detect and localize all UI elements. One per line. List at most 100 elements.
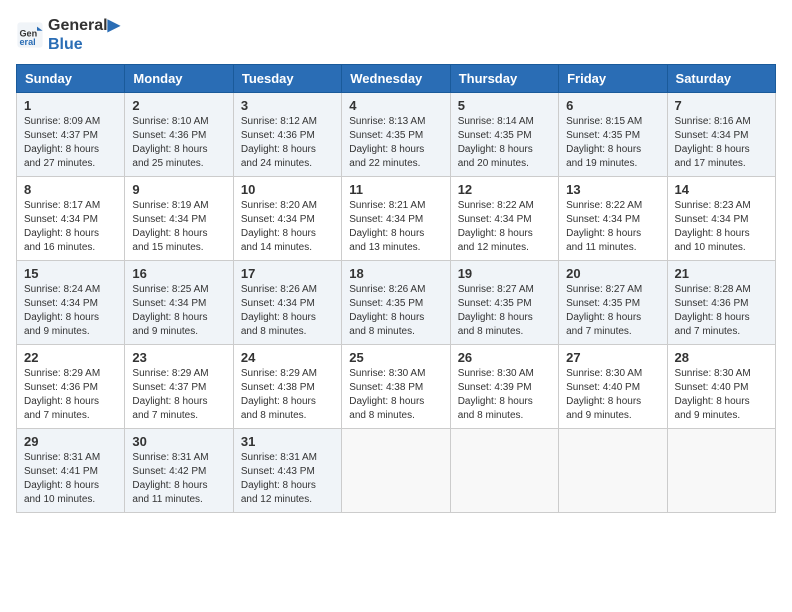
calendar-cell [667, 429, 775, 513]
day-detail: Sunrise: 8:30 AMSunset: 4:39 PMDaylight:… [458, 367, 551, 423]
header-monday: Monday [125, 65, 233, 93]
day-number: 9 [132, 182, 225, 197]
day-detail: Sunrise: 8:30 AMSunset: 4:40 PMDaylight:… [566, 367, 659, 423]
day-detail: Sunrise: 8:23 AMSunset: 4:34 PMDaylight:… [675, 199, 768, 255]
calendar-week-3: 15 Sunrise: 8:24 AMSunset: 4:34 PMDayligh… [17, 261, 776, 345]
day-number: 17 [241, 266, 334, 281]
day-number: 26 [458, 350, 551, 365]
page-header: Gen eral General▶ Blue [16, 16, 776, 54]
logo-icon: Gen eral [16, 21, 44, 49]
calendar-cell: 7 Sunrise: 8:16 AMSunset: 4:34 PMDaylight… [667, 93, 775, 177]
day-detail: Sunrise: 8:26 AMSunset: 4:35 PMDaylight:… [349, 283, 442, 339]
day-detail: Sunrise: 8:12 AMSunset: 4:36 PMDaylight:… [241, 115, 334, 171]
calendar-cell: 17 Sunrise: 8:26 AMSunset: 4:34 PMDayligh… [233, 261, 341, 345]
calendar-cell: 24 Sunrise: 8:29 AMSunset: 4:38 PMDayligh… [233, 345, 341, 429]
day-detail: Sunrise: 8:19 AMSunset: 4:34 PMDaylight:… [132, 199, 225, 255]
day-number: 10 [241, 182, 334, 197]
header-saturday: Saturday [667, 65, 775, 93]
day-detail: Sunrise: 8:27 AMSunset: 4:35 PMDaylight:… [566, 283, 659, 339]
calendar-cell: 18 Sunrise: 8:26 AMSunset: 4:35 PMDayligh… [342, 261, 450, 345]
header-sunday: Sunday [17, 65, 125, 93]
calendar-cell: 2 Sunrise: 8:10 AMSunset: 4:36 PMDaylight… [125, 93, 233, 177]
day-detail: Sunrise: 8:31 AMSunset: 4:43 PMDaylight:… [241, 451, 334, 507]
day-number: 15 [24, 266, 117, 281]
day-number: 14 [675, 182, 768, 197]
day-detail: Sunrise: 8:16 AMSunset: 4:34 PMDaylight:… [675, 115, 768, 171]
calendar-cell: 26 Sunrise: 8:30 AMSunset: 4:39 PMDayligh… [450, 345, 558, 429]
calendar-week-5: 29 Sunrise: 8:31 AMSunset: 4:41 PMDayligh… [17, 429, 776, 513]
day-number: 16 [132, 266, 225, 281]
day-detail: Sunrise: 8:15 AMSunset: 4:35 PMDaylight:… [566, 115, 659, 171]
calendar-header-row: SundayMondayTuesdayWednesdayThursdayFrid… [17, 65, 776, 93]
day-detail: Sunrise: 8:24 AMSunset: 4:34 PMDaylight:… [24, 283, 117, 339]
calendar-week-4: 22Sunrise: 8:29 AMSunset: 4:36 PMDayligh… [17, 345, 776, 429]
day-number: 25 [349, 350, 442, 365]
day-number: 23 [132, 350, 225, 365]
calendar-cell: 8 Sunrise: 8:17 AMSunset: 4:34 PMDaylight… [17, 177, 125, 261]
day-number: 11 [349, 182, 442, 197]
day-detail: Sunrise: 8:28 AMSunset: 4:36 PMDaylight:… [675, 283, 768, 339]
day-detail: Sunrise: 8:20 AMSunset: 4:34 PMDaylight:… [241, 199, 334, 255]
day-detail: Sunrise: 8:25 AMSunset: 4:34 PMDaylight:… [132, 283, 225, 339]
header-friday: Friday [559, 65, 667, 93]
calendar-cell: 28Sunrise: 8:30 AMSunset: 4:40 PMDayligh… [667, 345, 775, 429]
day-number: 1 [24, 98, 117, 113]
day-number: 29 [24, 434, 117, 449]
day-number: 30 [132, 434, 225, 449]
day-number: 7 [675, 98, 768, 113]
logo-line1: General▶ [48, 16, 120, 35]
calendar-cell: 25 Sunrise: 8:30 AMSunset: 4:38 PMDayligh… [342, 345, 450, 429]
day-detail: Sunrise: 8:31 AMSunset: 4:41 PMDaylight:… [24, 451, 117, 507]
calendar-cell: 11 Sunrise: 8:21 AMSunset: 4:34 PMDayligh… [342, 177, 450, 261]
calendar-cell: 1 Sunrise: 8:09 AMSunset: 4:37 PMDaylight… [17, 93, 125, 177]
day-detail: Sunrise: 8:31 AMSunset: 4:42 PMDaylight:… [132, 451, 225, 507]
day-detail: Sunrise: 8:10 AMSunset: 4:36 PMDaylight:… [132, 115, 225, 171]
day-number: 18 [349, 266, 442, 281]
day-number: 12 [458, 182, 551, 197]
day-number: 19 [458, 266, 551, 281]
calendar-cell: 23 Sunrise: 8:29 AMSunset: 4:37 PMDayligh… [125, 345, 233, 429]
day-number: 27 [566, 350, 659, 365]
calendar-week-2: 8 Sunrise: 8:17 AMSunset: 4:34 PMDaylight… [17, 177, 776, 261]
calendar-cell: 3 Sunrise: 8:12 AMSunset: 4:36 PMDaylight… [233, 93, 341, 177]
header-thursday: Thursday [450, 65, 558, 93]
calendar-cell: 12Sunrise: 8:22 AMSunset: 4:34 PMDayligh… [450, 177, 558, 261]
calendar-cell: 19 Sunrise: 8:27 AMSunset: 4:35 PMDayligh… [450, 261, 558, 345]
calendar-week-1: 1 Sunrise: 8:09 AMSunset: 4:37 PMDaylight… [17, 93, 776, 177]
header-tuesday: Tuesday [233, 65, 341, 93]
day-detail: Sunrise: 8:09 AMSunset: 4:37 PMDaylight:… [24, 115, 117, 171]
calendar-cell: 20 Sunrise: 8:27 AMSunset: 4:35 PMDayligh… [559, 261, 667, 345]
svg-text:eral: eral [20, 37, 36, 47]
day-number: 31 [241, 434, 334, 449]
day-number: 13 [566, 182, 659, 197]
calendar-cell: 27 Sunrise: 8:30 AMSunset: 4:40 PMDayligh… [559, 345, 667, 429]
day-number: 6 [566, 98, 659, 113]
day-number: 24 [241, 350, 334, 365]
day-detail: Sunrise: 8:21 AMSunset: 4:34 PMDaylight:… [349, 199, 442, 255]
calendar-cell: 15 Sunrise: 8:24 AMSunset: 4:34 PMDayligh… [17, 261, 125, 345]
day-detail: Sunrise: 8:26 AMSunset: 4:34 PMDaylight:… [241, 283, 334, 339]
calendar-cell: 29 Sunrise: 8:31 AMSunset: 4:41 PMDayligh… [17, 429, 125, 513]
calendar-cell: 13Sunrise: 8:22 AMSunset: 4:34 PMDayligh… [559, 177, 667, 261]
day-number: 4 [349, 98, 442, 113]
day-number: 8 [24, 182, 117, 197]
calendar-cell [450, 429, 558, 513]
day-detail: Sunrise: 8:29 AMSunset: 4:38 PMDaylight:… [241, 367, 334, 423]
calendar-cell: 22Sunrise: 8:29 AMSunset: 4:36 PMDayligh… [17, 345, 125, 429]
day-number: 2 [132, 98, 225, 113]
calendar-cell: 14 Sunrise: 8:23 AMSunset: 4:34 PMDayligh… [667, 177, 775, 261]
calendar-cell: 4Sunrise: 8:13 AMSunset: 4:35 PMDaylight… [342, 93, 450, 177]
calendar-cell: 9 Sunrise: 8:19 AMSunset: 4:34 PMDaylight… [125, 177, 233, 261]
calendar-cell: 6 Sunrise: 8:15 AMSunset: 4:35 PMDaylight… [559, 93, 667, 177]
day-detail: Sunrise: 8:27 AMSunset: 4:35 PMDaylight:… [458, 283, 551, 339]
day-number: 5 [458, 98, 551, 113]
day-detail: Sunrise: 8:17 AMSunset: 4:34 PMDaylight:… [24, 199, 117, 255]
day-detail: Sunrise: 8:29 AMSunset: 4:37 PMDaylight:… [132, 367, 225, 423]
day-detail: Sunrise: 8:30 AMSunset: 4:40 PMDaylight:… [675, 367, 768, 423]
day-number: 21 [675, 266, 768, 281]
calendar-cell: 16 Sunrise: 8:25 AMSunset: 4:34 PMDayligh… [125, 261, 233, 345]
calendar-cell: 31 Sunrise: 8:31 AMSunset: 4:43 PMDayligh… [233, 429, 341, 513]
day-detail: Sunrise: 8:30 AMSunset: 4:38 PMDaylight:… [349, 367, 442, 423]
day-number: 20 [566, 266, 659, 281]
day-number: 3 [241, 98, 334, 113]
